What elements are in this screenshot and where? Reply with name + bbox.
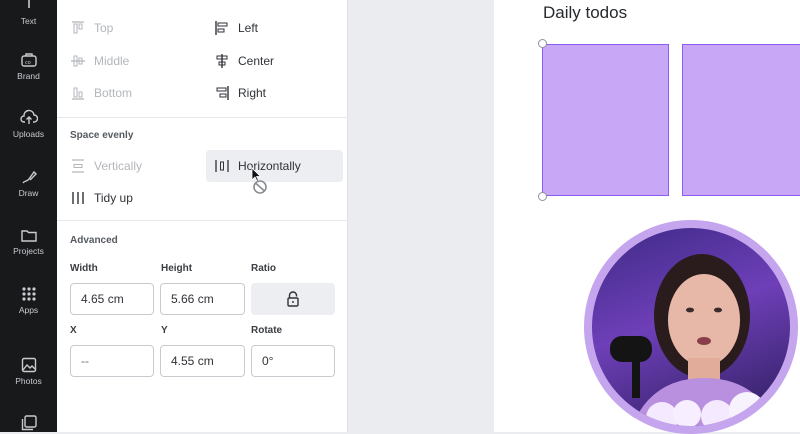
add-page-icon <box>20 414 38 432</box>
distribute-vertical-icon <box>70 158 86 174</box>
rail-draw-label: Draw <box>18 188 39 198</box>
draw-icon <box>20 168 38 186</box>
align-right-label: Right <box>238 86 267 100</box>
selection-handle-top-left[interactable] <box>538 39 547 48</box>
distribute-horizontal-icon <box>214 158 230 174</box>
align-top-label: Top <box>94 21 114 35</box>
tidy-up-icon <box>70 190 86 206</box>
space-horizontally-option[interactable]: Horizontally <box>206 150 343 182</box>
rotate-input[interactable]: 0° <box>251 345 335 377</box>
rail-apps[interactable]: Apps <box>0 285 57 315</box>
photos-icon <box>20 356 38 374</box>
rail-more[interactable] <box>0 414 57 434</box>
not-allowed-cursor-icon <box>251 167 267 194</box>
presenter-image <box>610 254 788 426</box>
align-center-label: Center <box>238 54 275 68</box>
space-vertically-label: Vertically <box>94 159 143 173</box>
left-rail: Text co Brand Uploads Draw Projects Apps <box>0 0 57 432</box>
rail-photos[interactable]: Photos <box>0 356 57 386</box>
x-label: X <box>70 325 77 336</box>
brand-icon: co <box>20 51 38 69</box>
selection-handle-bottom-left[interactable] <box>538 192 547 201</box>
width-input[interactable]: 4.65 cm <box>70 283 154 315</box>
align-left-option[interactable]: Left <box>206 12 342 44</box>
align-middle-label: Middle <box>94 54 130 68</box>
projects-icon <box>20 226 38 244</box>
rail-projects[interactable]: Projects <box>0 226 57 256</box>
purple-card-1[interactable] <box>542 44 669 196</box>
ratio-lock-button[interactable] <box>251 283 335 315</box>
ratio-label: Ratio <box>251 263 276 274</box>
rail-brand-label: Brand <box>17 71 40 81</box>
section-divider-2 <box>57 220 348 221</box>
width-label: Width <box>70 263 98 274</box>
align-top-icon <box>70 20 86 36</box>
lock-icon <box>285 290 301 308</box>
tidy-up-option[interactable]: Tidy up <box>62 182 198 214</box>
align-bottom-label: Bottom <box>94 86 133 100</box>
align-left-icon <box>214 20 230 36</box>
rail-uploads-label: Uploads <box>12 129 45 139</box>
uploads-icon <box>19 109 38 127</box>
align-left-label: Left <box>238 21 259 35</box>
svg-text:co: co <box>25 60 31 66</box>
height-input[interactable]: 5.66 cm <box>160 283 245 315</box>
align-bottom-icon <box>70 85 86 101</box>
rotate-label: Rotate <box>251 325 283 336</box>
rail-photos-label: Photos <box>15 376 42 386</box>
rail-brand[interactable]: co Brand <box>0 51 57 81</box>
align-bottom-option[interactable]: Bottom <box>62 77 198 109</box>
rail-uploads[interactable]: Uploads <box>0 109 57 139</box>
align-right-icon <box>214 85 230 101</box>
y-label: Y <box>161 325 168 336</box>
space-vertically-option[interactable]: Vertically <box>62 150 198 182</box>
text-icon <box>20 0 38 14</box>
space-evenly-title: Space evenly <box>70 130 134 141</box>
position-panel: Top Middle Bottom Left Center Right Spac… <box>57 0 348 432</box>
webcam-overlay <box>584 220 798 434</box>
webcam-video <box>592 228 790 426</box>
align-right-option[interactable]: Right <box>206 77 342 109</box>
apps-icon <box>20 285 38 303</box>
rail-text[interactable]: Text <box>0 0 57 26</box>
height-label: Height <box>161 263 193 274</box>
advanced-title: Advanced <box>70 235 118 246</box>
canvas-title-text[interactable]: Daily todos <box>543 3 627 23</box>
y-input[interactable]: 4.55 cm <box>160 345 245 377</box>
panel-border <box>347 0 348 432</box>
tidy-up-label: Tidy up <box>94 191 133 205</box>
rail-apps-label: Apps <box>18 305 39 315</box>
x-input[interactable]: -- <box>70 345 154 377</box>
align-middle-option[interactable]: Middle <box>62 45 198 77</box>
section-divider <box>57 117 348 118</box>
align-center-icon <box>214 53 230 69</box>
align-center-option[interactable]: Center <box>206 45 342 77</box>
align-top-option[interactable]: Top <box>62 12 198 44</box>
rail-projects-label: Projects <box>13 246 44 256</box>
purple-card-2[interactable] <box>682 44 800 196</box>
rail-text-label: Text <box>20 16 37 26</box>
rail-draw[interactable]: Draw <box>0 168 57 198</box>
align-middle-icon <box>70 53 86 69</box>
